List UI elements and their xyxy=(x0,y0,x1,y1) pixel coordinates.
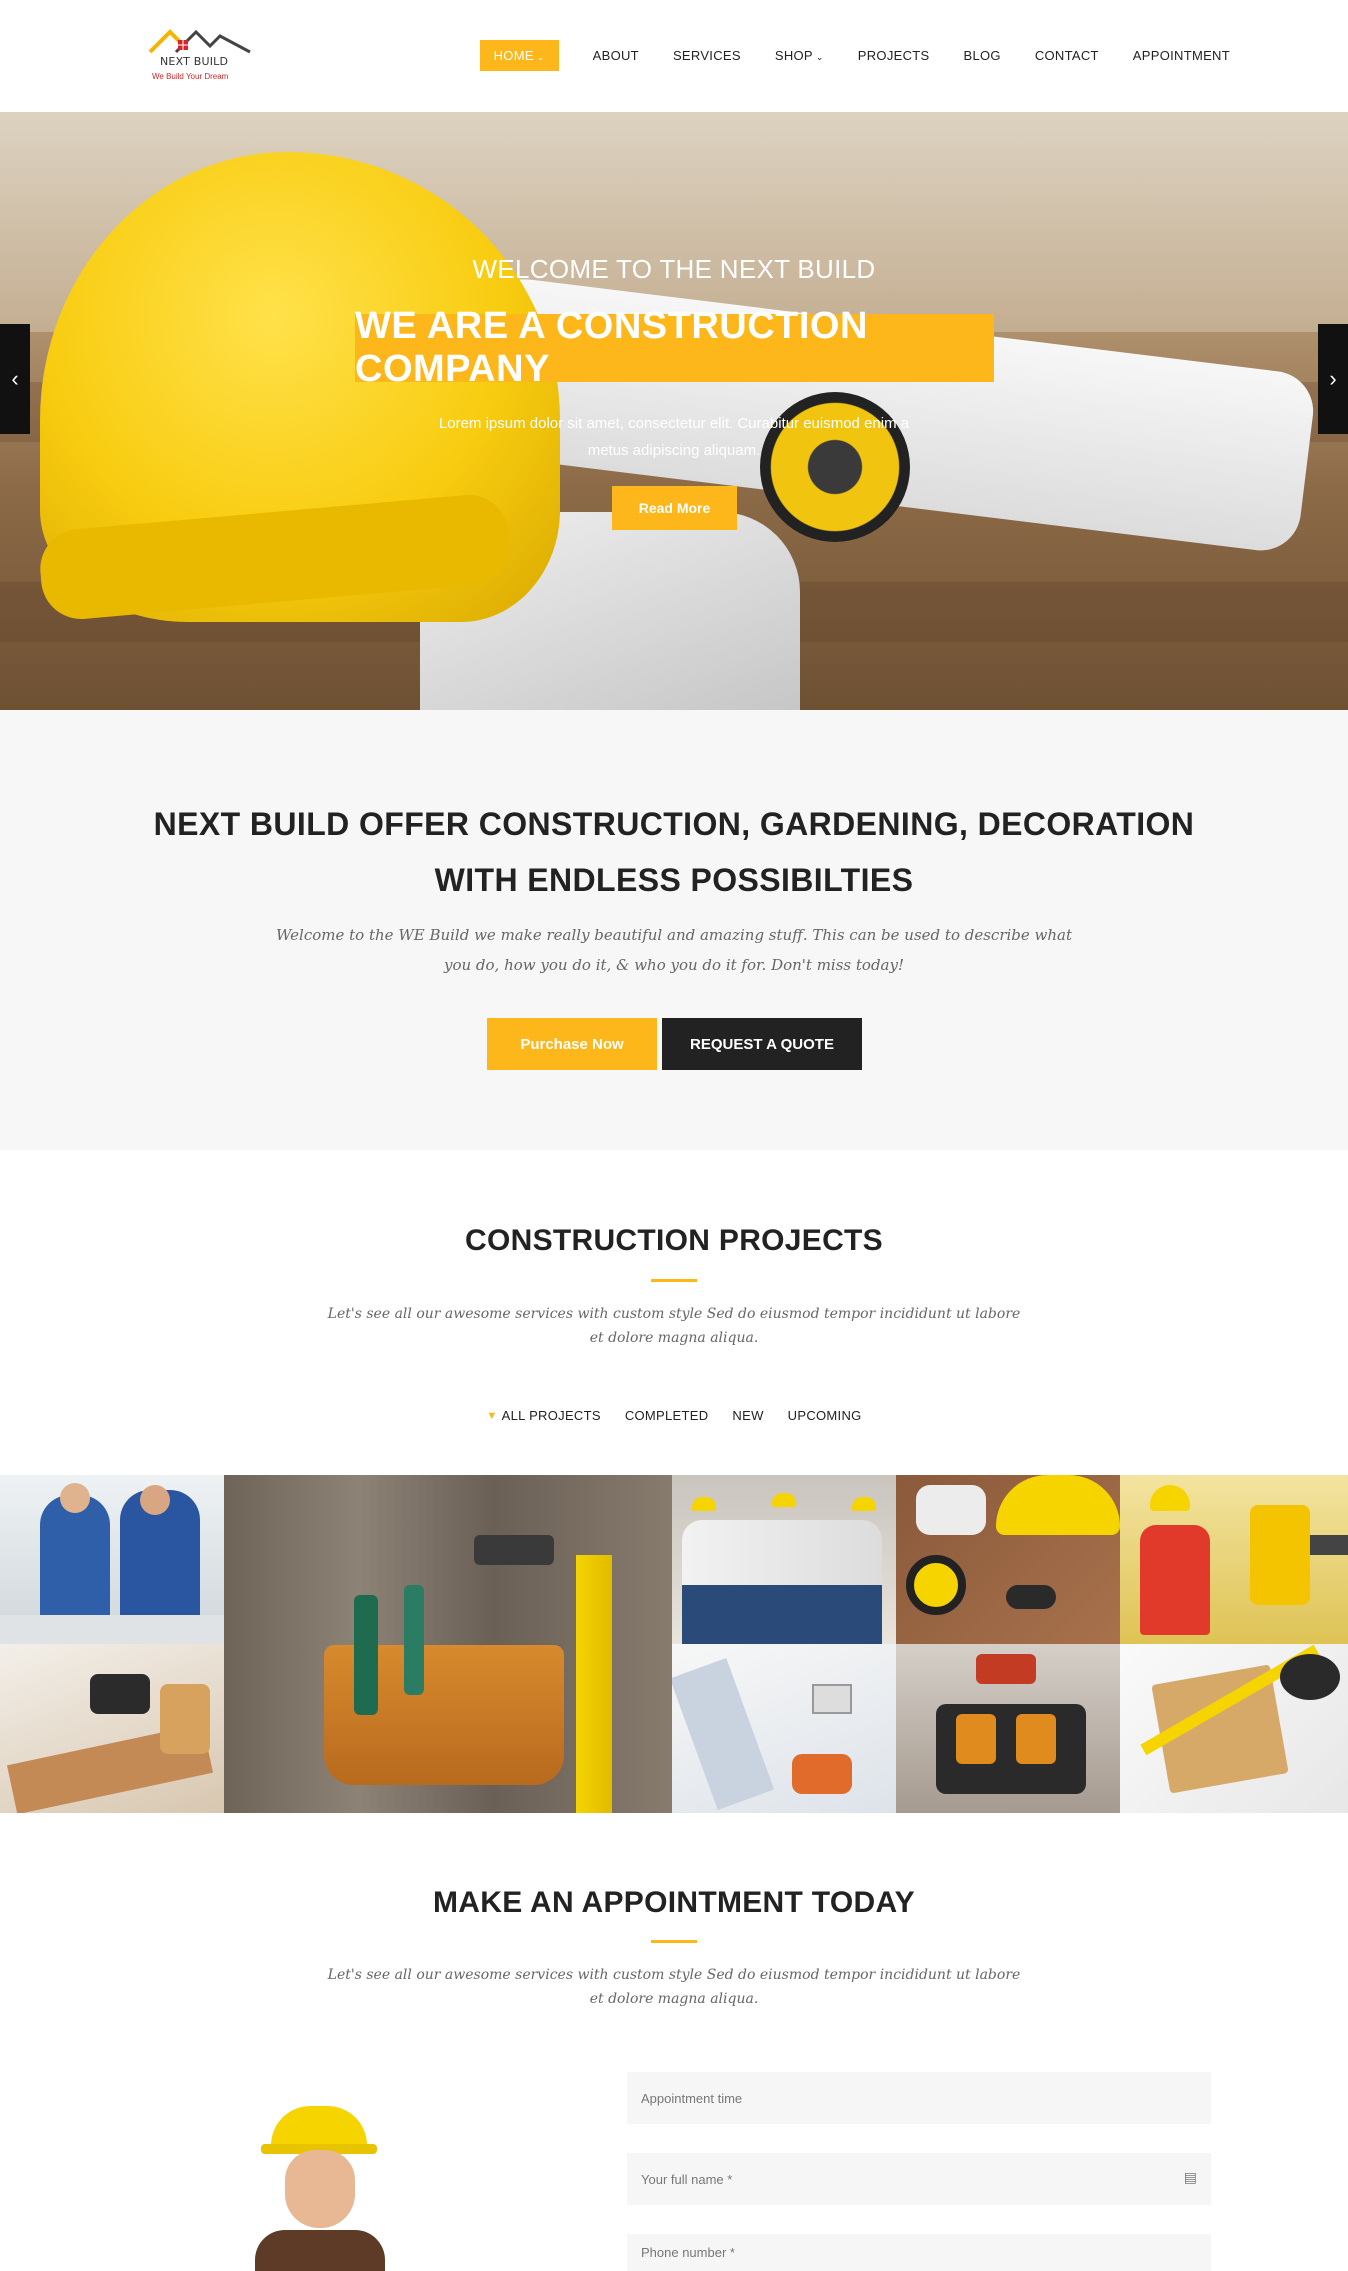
offer-description: Welcome to the WE Build we make really b… xyxy=(275,926,1073,974)
project-filters: ▼ ALL PROJECTS COMPLETED NEW UPCOMING xyxy=(0,1408,1348,1423)
field-placeholder: Appointment time xyxy=(641,2090,743,2106)
offer-section: NEXT BUILD OFFER CONSTRUCTION, GARDENING… xyxy=(0,710,1348,1150)
project-tile-blueprint-meeting[interactable] xyxy=(672,1644,896,1813)
appointment-description: Let's see all our awesome services with … xyxy=(327,1967,1021,2007)
projects-title-divider xyxy=(651,1279,697,1282)
appointment-title-divider xyxy=(651,1940,697,1943)
read-more-button[interactable]: Read More xyxy=(612,486,737,530)
site-header: NEXT BUILD We Build Your Dream HOME ⌄ ABO… xyxy=(0,0,1348,112)
project-tile-house-plans[interactable] xyxy=(1120,1644,1348,1813)
chevron-down-icon: ⌄ xyxy=(815,52,824,62)
nav-item-services[interactable]: SERVICES xyxy=(673,40,741,71)
filter-upcoming[interactable]: UPCOMING xyxy=(788,1408,862,1423)
request-quote-button[interactable]: REQUEST A QUOTE xyxy=(662,1018,862,1070)
logo[interactable]: NEXT BUILD We Build Your Dream xyxy=(148,26,253,88)
worker-portrait-image xyxy=(255,2090,435,2271)
filter-icon: ▼ xyxy=(486,1409,498,1422)
chevron-down-icon: ⌄ xyxy=(536,52,545,62)
nav-item-shop[interactable]: SHOP ⌄ xyxy=(775,40,824,71)
project-tile-drilling[interactable] xyxy=(0,1644,224,1813)
projects-title: CONSTRUCTION PROJECTS xyxy=(465,1224,883,1257)
nav-item-about[interactable]: ABOUT xyxy=(593,40,639,71)
nav-item-contact[interactable]: CONTACT xyxy=(1035,40,1099,71)
filter-label: ALL PROJECTS xyxy=(501,1408,601,1423)
filter-new[interactable]: NEW xyxy=(732,1408,763,1423)
project-gallery xyxy=(0,1475,1348,1813)
appointment-time-field[interactable]: Appointment time xyxy=(627,2072,1211,2124)
full-name-field[interactable]: Your full name * ▤ xyxy=(627,2153,1211,2205)
project-tile-worker-tool-belt[interactable] xyxy=(896,1644,1120,1813)
hero-kicker: WELCOME TO THE NEXT BUILD xyxy=(472,254,876,284)
nav-item-label: HOME xyxy=(493,48,534,63)
id-card-icon: ▤ xyxy=(1183,2169,1197,2185)
project-tile-site-inspector[interactable] xyxy=(1120,1475,1348,1644)
chevron-left-icon: ‹ xyxy=(11,366,19,391)
nav-item-home[interactable]: HOME ⌄ xyxy=(479,40,559,71)
nav-item-projects[interactable]: PROJECTS xyxy=(858,40,930,71)
phone-number-field[interactable]: Phone number * xyxy=(627,2234,1211,2271)
hero-subtext: Lorem ipsum dolor sit amet, consectetur … xyxy=(438,415,910,459)
slider-prev-button[interactable]: ‹ xyxy=(0,324,30,434)
chevron-right-icon: › xyxy=(1329,366,1337,391)
main-nav: HOME ⌄ ABOUT SERVICES SHOP ⌄ PROJECTS BLOG… xyxy=(479,40,1230,71)
nav-item-appointment[interactable]: APPOINTMENT xyxy=(1133,40,1230,71)
projects-description: Let's see all our awesome services with … xyxy=(327,1306,1021,1346)
project-tile-safety-gear[interactable] xyxy=(896,1475,1120,1644)
roof-logo-icon xyxy=(148,29,251,54)
nav-item-label: SHOP xyxy=(774,48,813,63)
slider-next-button[interactable]: › xyxy=(1318,324,1348,434)
hero-headline-box: WE ARE A CONSTRUCTION COMPANY xyxy=(355,305,994,390)
nav-item-blog[interactable]: BLOG xyxy=(964,40,1001,71)
logo-name: NEXT BUILD xyxy=(160,55,229,68)
filter-all-projects[interactable]: ▼ ALL PROJECTS xyxy=(486,1408,600,1423)
purchase-now-button[interactable]: Purchase Now xyxy=(487,1018,657,1070)
field-placeholder: Phone number * xyxy=(641,2245,735,2260)
appointment-title: MAKE AN APPOINTMENT TODAY xyxy=(433,1886,915,1919)
filter-completed[interactable]: COMPLETED xyxy=(625,1408,709,1423)
field-placeholder: Your full name * xyxy=(641,2171,733,2187)
project-tile-workers-planning[interactable] xyxy=(0,1475,224,1644)
project-tile-tool-belt[interactable] xyxy=(224,1475,672,1813)
project-tile-construction-team[interactable] xyxy=(672,1475,896,1644)
hero-slider: ‹ › WELCOME TO THE NEXT BUILD WE ARE A C… xyxy=(0,112,1348,710)
hero-headline: WE ARE A CONSTRUCTION COMPANY xyxy=(355,305,868,390)
offer-title: NEXT BUILD OFFER CONSTRUCTION, GARDENING… xyxy=(153,806,1195,898)
logo-tagline: We Build Your Dream xyxy=(152,72,229,81)
